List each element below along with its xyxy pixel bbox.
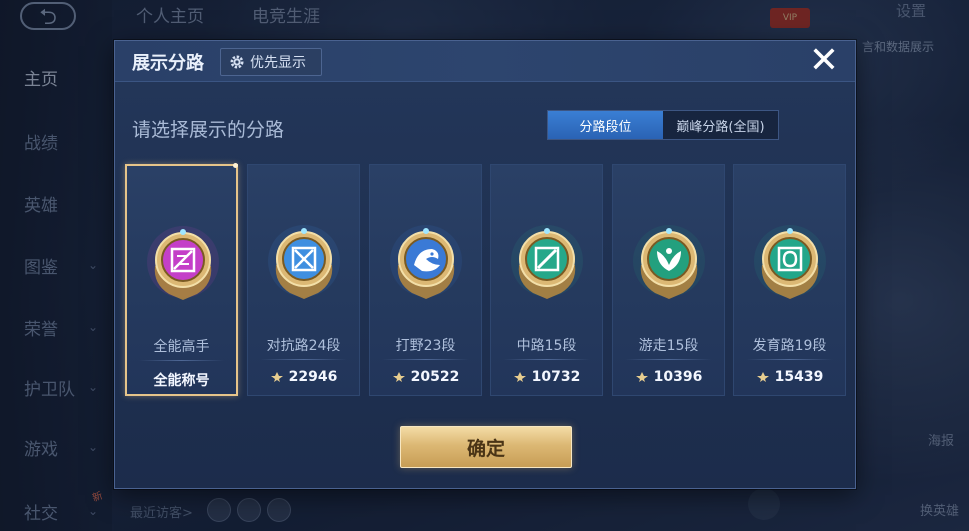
rank-points-icon <box>392 372 405 382</box>
dialog-title: 展示分路 <box>132 53 204 74</box>
dialog-subtitle: 请选择展示的分路 <box>132 119 285 141</box>
lane-card[interactable]: 全能高手 全能称号 <box>125 163 238 396</box>
lane-card-score-value: 15439 <box>774 369 824 385</box>
mid-lane-emblem-icon <box>509 221 585 303</box>
priority-display-label: 优先显示 <box>250 55 306 71</box>
rank-type-toggle: 分路段位 巅峰分路(全国) <box>547 110 779 140</box>
lane-cards: 全能高手 全能称号 对抗路24段 22946 打野23段 20522 中路15段 10732 游… <box>125 163 847 396</box>
toggle-peak-lane[interactable]: 巅峰分路(全国) <box>663 111 778 139</box>
toggle-lane-rank[interactable]: 分路段位 <box>548 111 663 139</box>
lane-display-dialog: 展示分路 优先显示 ✕ 请选择展示的分路 分路段位 巅峰分路(全国) 全能高手全… <box>114 40 856 489</box>
lane-card[interactable]: 发育路19段 15439 <box>733 164 846 396</box>
rank-points-icon <box>270 372 283 382</box>
rank-points-icon <box>635 372 648 382</box>
divider <box>503 359 590 360</box>
divider <box>139 360 224 361</box>
lane-card-name: 全能高手 <box>153 339 210 355</box>
lane-card-score-value: 10396 <box>653 369 703 385</box>
lane-card[interactable]: 对抗路24段 22946 <box>247 164 360 396</box>
roam-emblem-icon <box>631 221 707 303</box>
gear-icon <box>230 55 244 69</box>
lane-card-name: 对抗路24段 <box>266 338 341 354</box>
lane-card-name: 游走15段 <box>638 338 699 354</box>
farm-lane-emblem-icon <box>752 221 828 303</box>
lane-card-name: 打野23段 <box>395 338 456 354</box>
lane-card-score-value: 全能称号 <box>153 373 210 389</box>
rank-points-icon <box>756 372 769 382</box>
lane-card-score-value: 10732 <box>531 369 581 385</box>
lane-card-score: 20522 <box>370 369 481 385</box>
allround-emblem-icon <box>145 222 221 304</box>
divider <box>260 359 347 360</box>
divider <box>746 359 833 360</box>
lane-card[interactable]: 中路15段 10732 <box>490 164 603 396</box>
jungle-emblem-icon <box>388 221 464 303</box>
lane-card-score-value: 22946 <box>288 369 338 385</box>
confirm-button[interactable]: 确定 <box>400 426 572 468</box>
lane-card-score-value: 20522 <box>410 369 460 385</box>
lane-card-score: 全能称号 <box>127 370 236 390</box>
lane-card-score: 10732 <box>491 369 602 385</box>
lane-card-score: 15439 <box>734 369 845 385</box>
lane-card[interactable]: 游走15段 10396 <box>612 164 725 396</box>
close-icon[interactable]: ✕ <box>807 43 841 80</box>
rank-points-icon <box>513 372 526 382</box>
selected-marker <box>233 163 238 168</box>
divider <box>625 359 712 360</box>
lane-card-score: 22946 <box>248 369 359 385</box>
divider <box>382 359 469 360</box>
lane-card-name: 发育路19段 <box>752 338 827 354</box>
priority-display-button[interactable]: 优先显示 <box>220 48 322 76</box>
lane-card-score: 10396 <box>613 369 724 385</box>
lane-card[interactable]: 打野23段 20522 <box>369 164 482 396</box>
lane-card-name: 中路15段 <box>516 338 577 354</box>
clash-lane-emblem-icon <box>266 221 342 303</box>
